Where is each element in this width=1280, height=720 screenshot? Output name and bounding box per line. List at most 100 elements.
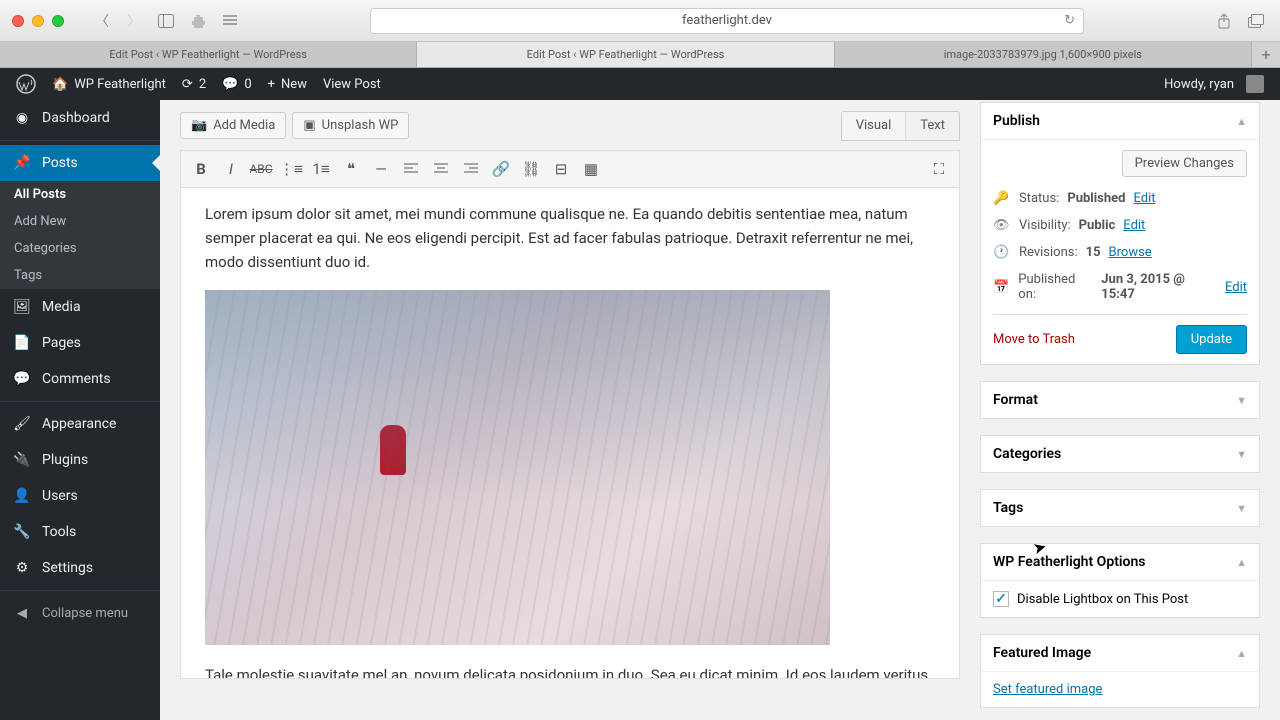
new-content-link[interactable]: +New xyxy=(260,68,315,100)
content-image[interactable] xyxy=(205,290,830,645)
more-button[interactable]: ⊟ xyxy=(547,155,575,183)
format-box: Format▼ xyxy=(980,381,1260,419)
link-button[interactable]: 🔗 xyxy=(487,155,515,183)
admin-menu: ◉Dashboard 📌Posts All Posts Add New Cate… xyxy=(0,100,160,720)
fullscreen-button[interactable]: ⛶ xyxy=(925,155,953,183)
url-bar[interactable]: featherlight.dev ↻ xyxy=(370,8,1084,34)
comments-link[interactable]: 💬0 xyxy=(214,68,260,100)
editor-toolbar: B I ABC ⋮≡ 1≡ ❝ — 🔗 ⛓ ⊟ ▦ ⛶ xyxy=(181,151,959,188)
plus-icon: + xyxy=(268,77,275,92)
add-media-button[interactable]: 📷Add Media xyxy=(180,112,286,139)
editor-content[interactable]: Lorem ipsum dolor sit amet, mei mundi co… xyxy=(181,188,959,678)
submenu-categories[interactable]: Categories xyxy=(0,235,160,262)
featured-image-header[interactable]: Featured Image▲ xyxy=(981,635,1259,672)
reload-icon[interactable]: ↻ xyxy=(1064,13,1075,28)
toolbar-toggle-button[interactable]: ▦ xyxy=(577,155,605,183)
ol-button[interactable]: 1≡ xyxy=(307,155,335,183)
categories-box: Categories▼ xyxy=(980,435,1260,473)
featherlight-header[interactable]: WP Featherlight Options▲ xyxy=(981,544,1259,581)
menu-dashboard[interactable]: ◉Dashboard xyxy=(0,100,160,136)
menu-pages[interactable]: 📄Pages xyxy=(0,325,160,361)
menu-comments[interactable]: 💬Comments xyxy=(0,361,160,397)
checkbox-checked-icon[interactable]: ✓ xyxy=(993,591,1009,607)
comment-icon: 💬 xyxy=(12,369,32,389)
trash-link[interactable]: Move to Trash xyxy=(993,332,1075,347)
avatar xyxy=(1246,75,1264,93)
hr-button[interactable]: — xyxy=(367,155,395,183)
categories-header[interactable]: Categories▼ xyxy=(981,436,1259,472)
update-icon: ⟳ xyxy=(182,77,193,92)
featured-image-box: Featured Image▲ Set featured image xyxy=(980,634,1260,708)
set-featured-image-link[interactable]: Set featured image xyxy=(993,682,1102,697)
edit-visibility-link[interactable]: Edit xyxy=(1123,218,1145,233)
strike-button[interactable]: ABC xyxy=(247,155,275,183)
menu-users[interactable]: 👤Users xyxy=(0,478,160,514)
updates-link[interactable]: ⟳2 xyxy=(174,68,214,100)
maximize-window-icon[interactable] xyxy=(52,15,64,27)
tabs-icon[interactable] xyxy=(1244,9,1268,33)
unlink-button[interactable]: ⛓ xyxy=(517,155,545,183)
update-button[interactable]: Update xyxy=(1176,325,1247,354)
preview-button[interactable]: Preview Changes xyxy=(1122,150,1247,177)
edit-date-link[interactable]: Edit xyxy=(1225,280,1247,295)
calendar-icon: 📅 xyxy=(993,280,1010,295)
paragraph: Lorem ipsum dolor sit amet, mei mundi co… xyxy=(205,202,935,274)
text-tab[interactable]: Text xyxy=(906,112,959,140)
menu-settings[interactable]: ⚙Settings xyxy=(0,550,160,586)
menu-plugins[interactable]: 🔌Plugins xyxy=(0,442,160,478)
browse-revisions-link[interactable]: Browse xyxy=(1109,245,1152,260)
wp-logo-icon[interactable] xyxy=(8,68,44,100)
sidebar-toggle-icon[interactable] xyxy=(154,9,178,33)
view-post-link[interactable]: View Post xyxy=(315,68,389,100)
share-icon[interactable] xyxy=(1212,9,1236,33)
url-text: featherlight.dev xyxy=(682,13,772,28)
browser-tab-bar: Edit Post ‹ WP Featherlight — WordPress … xyxy=(0,42,1280,68)
disable-lightbox-option[interactable]: ✓ Disable Lightbox on This Post xyxy=(993,591,1247,607)
browser-toolbar: 〈 〉 featherlight.dev ↻ xyxy=(0,0,1280,42)
edit-status-link[interactable]: Edit xyxy=(1133,191,1155,206)
submenu-tags[interactable]: Tags xyxy=(0,262,160,289)
browser-tab[interactable]: Edit Post ‹ WP Featherlight — WordPress xyxy=(0,42,417,67)
menu-tools[interactable]: 🔧Tools xyxy=(0,514,160,550)
publish-box: Publish▲ Preview Changes 🔑Status: Publis… xyxy=(980,102,1260,365)
forward-button: 〉 xyxy=(122,9,146,33)
menu-appearance[interactable]: 🖌Appearance xyxy=(0,406,160,442)
reader-icon[interactable] xyxy=(218,9,242,33)
browser-tab[interactable]: image-2033783979.jpg 1,600×900 pixels xyxy=(835,42,1252,67)
format-header[interactable]: Format▼ xyxy=(981,382,1259,418)
menu-media[interactable]: 🖼Media xyxy=(0,289,160,325)
quote-button[interactable]: ❝ xyxy=(337,155,365,183)
media-icon: 🖼 xyxy=(12,297,32,317)
collapse-menu[interactable]: ◀Collapse menu xyxy=(0,595,160,631)
extension-icon[interactable] xyxy=(186,9,210,33)
photo-icon: ▣ xyxy=(303,118,315,133)
align-center-button[interactable] xyxy=(427,155,455,183)
bold-button[interactable]: B xyxy=(187,155,215,183)
collapse-icon: ◀ xyxy=(12,603,32,623)
site-link[interactable]: 🏠WP Featherlight xyxy=(44,68,174,100)
italic-button[interactable]: I xyxy=(217,155,245,183)
submenu-add-new[interactable]: Add New xyxy=(0,208,160,235)
new-tab-button[interactable]: + xyxy=(1252,42,1280,67)
page-icon: 📄 xyxy=(12,333,32,353)
align-left-button[interactable] xyxy=(397,155,425,183)
tags-header[interactable]: Tags▼ xyxy=(981,490,1259,526)
visual-tab[interactable]: Visual xyxy=(842,112,907,140)
editor-box: B I ABC ⋮≡ 1≡ ❝ — 🔗 ⛓ ⊟ ▦ ⛶ xyxy=(180,150,960,679)
align-right-button[interactable] xyxy=(457,155,485,183)
dashboard-icon: ◉ xyxy=(12,108,32,128)
account-link[interactable]: Howdy, ryan xyxy=(1156,75,1272,93)
menu-posts[interactable]: 📌Posts xyxy=(0,145,160,181)
publish-header[interactable]: Publish▲ xyxy=(981,103,1259,140)
tags-box: Tags▼ xyxy=(980,489,1260,527)
browser-tab[interactable]: Edit Post ‹ WP Featherlight — WordPress xyxy=(417,42,834,67)
revisions-icon: 🕐 xyxy=(993,245,1011,260)
close-window-icon[interactable] xyxy=(12,15,24,27)
minimize-window-icon[interactable] xyxy=(32,15,44,27)
brush-icon: 🖌 xyxy=(12,414,32,434)
submenu-all-posts[interactable]: All Posts xyxy=(0,181,160,208)
key-icon: 🔑 xyxy=(993,191,1011,206)
unsplash-button[interactable]: ▣Unsplash WP xyxy=(292,112,409,139)
ul-button[interactable]: ⋮≡ xyxy=(277,155,305,183)
back-button[interactable]: 〈 xyxy=(90,9,114,33)
